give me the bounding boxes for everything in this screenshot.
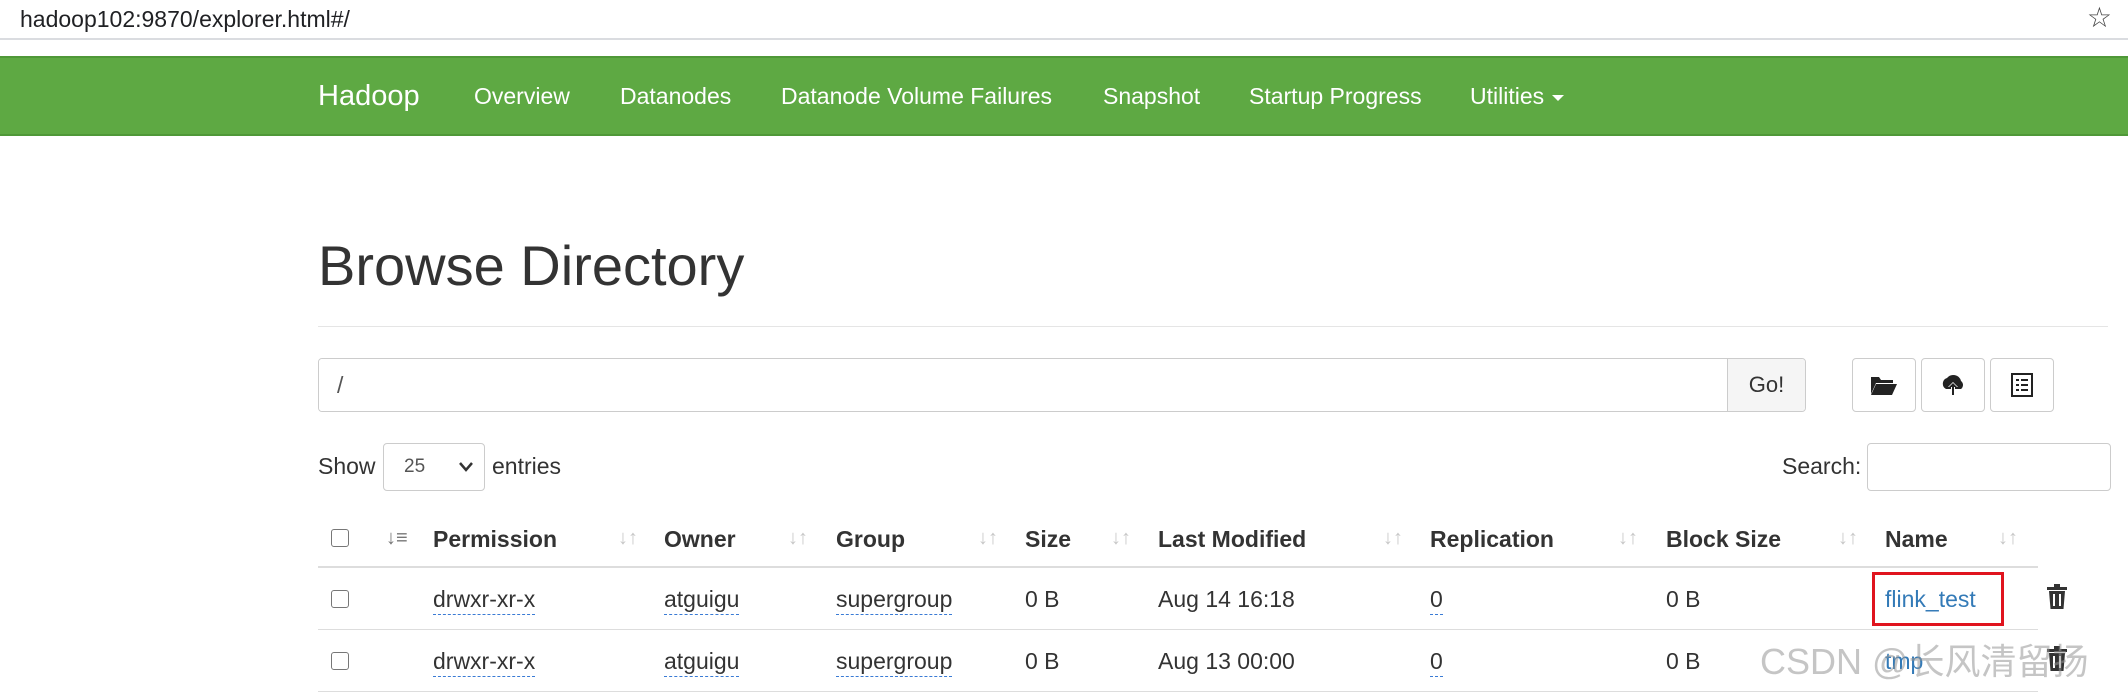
cell-replication[interactable]: 0 bbox=[1430, 584, 1443, 615]
col-last-modified[interactable]: Last Modified bbox=[1158, 524, 1306, 554]
cell-size: 0 B bbox=[1025, 586, 1060, 612]
col-block-size[interactable]: Block Size bbox=[1666, 524, 1781, 554]
create-directory-button[interactable] bbox=[1852, 358, 1916, 412]
row-checkbox[interactable] bbox=[331, 590, 349, 608]
search-label: Search: bbox=[1782, 453, 1862, 479]
nav-overview[interactable]: Overview bbox=[474, 81, 570, 111]
chevron-down-icon bbox=[458, 444, 474, 508]
cell-last-modified: Aug 13 00:00 bbox=[1158, 648, 1295, 674]
select-all-checkbox[interactable] bbox=[331, 529, 349, 547]
sort-icon[interactable]: ↓↑ bbox=[1998, 526, 2018, 550]
nav-utilities[interactable]: Utilities bbox=[1470, 81, 1565, 111]
entries-label: entries bbox=[492, 453, 562, 479]
navbar-brand[interactable]: Hadoop bbox=[318, 78, 420, 114]
cell-owner[interactable]: atguigu bbox=[664, 584, 740, 615]
upload-files-button[interactable] bbox=[1921, 358, 1985, 412]
cell-permission[interactable]: drwxr-xr-x bbox=[433, 584, 536, 615]
sort-icon[interactable]: ↓↑ bbox=[618, 526, 638, 550]
sort-icon[interactable]: ↓↑ bbox=[978, 526, 998, 550]
cell-last-modified: Aug 14 16:18 bbox=[1158, 586, 1295, 612]
browser-address-bar[interactable]: hadoop102:9870/explorer.html#/ ☆ bbox=[0, 0, 2128, 40]
folder-open-icon bbox=[1871, 377, 1897, 395]
cell-replication[interactable]: 0 bbox=[1430, 646, 1443, 677]
col-permission[interactable]: Permission bbox=[433, 524, 557, 554]
sort-icon[interactable]: ↓↑ bbox=[788, 526, 808, 550]
sort-icon[interactable]: ↓↑ bbox=[1383, 526, 1403, 550]
go-button[interactable]: Go! bbox=[1727, 359, 1805, 411]
trash-icon[interactable] bbox=[2046, 584, 2068, 615]
row-checkbox[interactable] bbox=[331, 652, 349, 670]
address-url[interactable]: hadoop102:9870/explorer.html#/ bbox=[20, 4, 350, 34]
col-size[interactable]: Size bbox=[1025, 524, 1071, 554]
highlight-box bbox=[1872, 572, 2004, 626]
entries-per-page-select[interactable]: 25 bbox=[383, 443, 485, 491]
nav-datanodes[interactable]: Datanodes bbox=[620, 81, 731, 111]
path-input-group: Go! bbox=[318, 358, 1806, 412]
nav-utilities-label: Utilities bbox=[1470, 83, 1545, 109]
nav-startup-progress[interactable]: Startup Progress bbox=[1249, 81, 1422, 111]
cell-group[interactable]: supergroup bbox=[836, 584, 953, 615]
col-name[interactable]: Name bbox=[1885, 524, 1948, 554]
col-replication[interactable]: Replication bbox=[1430, 524, 1554, 554]
upload-cloud-icon bbox=[1942, 374, 1963, 395]
top-navbar: Hadoop Overview Datanodes Datanode Volum… bbox=[0, 56, 2128, 136]
cell-owner[interactable]: atguigu bbox=[664, 646, 740, 677]
entries-select-value: 25 bbox=[404, 456, 426, 477]
sort-icon[interactable]: ↓↑ bbox=[1111, 526, 1131, 550]
cell-permission[interactable]: drwxr-xr-x bbox=[433, 646, 536, 677]
col-group[interactable]: Group bbox=[836, 524, 905, 554]
page-title: Browse Directory bbox=[318, 234, 745, 297]
table-row: drwxr-xr-x atguigu supergroup 0 B Aug 14… bbox=[318, 568, 2067, 630]
list-icon bbox=[2011, 373, 2033, 397]
sort-ascending-icon[interactable]: ↓≡ bbox=[386, 526, 408, 550]
nav-datanode-volume-failures[interactable]: Datanode Volume Failures bbox=[781, 81, 1052, 111]
cell-block-size: 0 B bbox=[1666, 648, 1701, 674]
table-header: ↓≡ Permission ↓↑ Owner ↓↑ Group ↓↑ Size … bbox=[318, 508, 2038, 568]
caret-down-icon bbox=[1552, 94, 1565, 101]
sort-icon[interactable]: ↓↑ bbox=[1838, 526, 1858, 550]
directory-path-input[interactable] bbox=[319, 359, 1728, 411]
watermark: CSDN @长风清留扬 bbox=[1760, 641, 2089, 682]
cell-group[interactable]: supergroup bbox=[836, 646, 953, 677]
cell-block-size: 0 B bbox=[1666, 586, 1701, 612]
cut-paste-button[interactable] bbox=[1990, 358, 2054, 412]
title-divider bbox=[318, 326, 2108, 327]
cell-size: 0 B bbox=[1025, 648, 1060, 674]
search-input[interactable] bbox=[1867, 443, 2111, 491]
sort-icon[interactable]: ↓↑ bbox=[1618, 526, 1638, 550]
bookmark-star-icon[interactable]: ☆ bbox=[2087, 2, 2112, 34]
show-label: Show bbox=[318, 453, 376, 479]
col-owner[interactable]: Owner bbox=[664, 524, 736, 554]
nav-snapshot[interactable]: Snapshot bbox=[1103, 81, 1200, 111]
